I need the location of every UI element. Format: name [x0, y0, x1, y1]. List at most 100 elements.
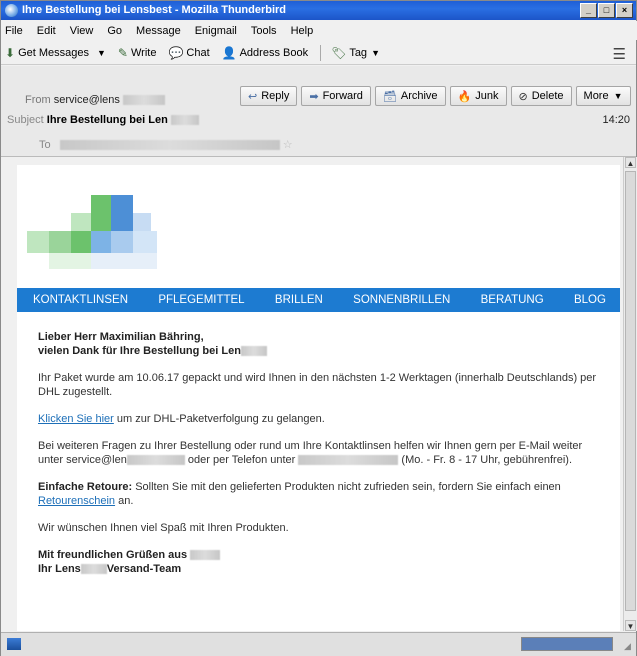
- redacted-text: [240, 346, 267, 357]
- write-label: Write: [130, 46, 157, 59]
- message-header: From service@lens ↩ Reply ➡ Forward 🗃 Ar…: [1, 66, 636, 157]
- email-content: KONTAKTLINSEN PFLEGEMITTEL BRILLEN SONNE…: [17, 165, 620, 631]
- chat-bubble-icon: 💬: [168, 45, 184, 60]
- close-button[interactable]: ×: [616, 3, 633, 18]
- get-messages-dropdown-icon[interactable]: ▼: [97, 48, 106, 58]
- scroll-thumb[interactable]: [625, 171, 636, 611]
- subject-value: Ihre Bestellung bei Len: [46, 114, 168, 126]
- menu-tools[interactable]: Tools: [251, 25, 277, 37]
- minimize-button[interactable]: _: [580, 3, 597, 18]
- returns-link[interactable]: Retourenschein: [38, 495, 115, 507]
- message-body-pane: KONTAKTLINSEN PFLEGEMITTEL BRILLEN SONNE…: [1, 157, 623, 631]
- shipping-paragraph: Ihr Paket wurde am 10.06.17 gepackt und …: [38, 372, 597, 398]
- address-book-label: Address Book: [239, 46, 309, 59]
- junk-button[interactable]: 🔥 Junk: [449, 86, 507, 106]
- menu-go[interactable]: Go: [107, 25, 122, 37]
- delete-button[interactable]: ⊘ Delete: [510, 86, 572, 106]
- archive-icon: 🗃: [382, 90, 397, 103]
- from-row: From service@lens: [25, 94, 165, 106]
- address-book-button[interactable]: 👤 Address Book: [222, 46, 308, 60]
- redacted-email: [126, 455, 185, 466]
- maximize-button[interactable]: □: [598, 3, 615, 18]
- tag-button[interactable]: 🏷 Tag ▼: [331, 46, 380, 60]
- menu-bar: File Edit View Go Message Enigmail Tools…: [1, 21, 637, 40]
- chat-label: Chat: [186, 46, 210, 59]
- nav-kontaktlinsen[interactable]: KONTAKTLINSEN: [33, 294, 128, 306]
- delete-icon: ⊘: [518, 90, 528, 103]
- redacted-text: [170, 115, 199, 126]
- online-status-icon[interactable]: [7, 638, 21, 650]
- nav-sonnenbrillen[interactable]: SONNENBRILLEN: [353, 294, 450, 306]
- thunderbird-icon: [5, 4, 18, 17]
- returns-paragraph: Einfache Retoure: Sollten Sie mit den ge…: [38, 480, 598, 508]
- contact-icon: 👤: [221, 45, 237, 60]
- nav-brillen[interactable]: BRILLEN: [275, 294, 323, 306]
- more-dropdown-icon: ▼: [613, 91, 623, 101]
- subject-label: Subject: [7, 114, 44, 126]
- redacted-text: [80, 564, 107, 575]
- greeting-line-1: Lieber Herr Maximilian Bähring,: [38, 331, 204, 343]
- more-label: More: [583, 90, 609, 102]
- menu-view[interactable]: View: [70, 25, 94, 37]
- reply-label: Reply: [261, 90, 290, 102]
- scroll-up-icon[interactable]: ▲: [625, 157, 636, 168]
- nav-beratung[interactable]: BERATUNG: [481, 294, 544, 306]
- tag-dropdown-icon: ▼: [371, 47, 380, 58]
- chat-button[interactable]: 💬 Chat: [168, 46, 209, 60]
- questions-text-3: (Mo. - Fr. 8 - 17 Uhr, gebührenfrei).: [398, 454, 572, 466]
- from-value[interactable]: service@lens: [54, 94, 120, 106]
- tag-label: Tag: [349, 46, 368, 59]
- window-title: Ihre Bestellung bei Lensbest - Mozilla T…: [22, 4, 287, 16]
- menu-help[interactable]: Help: [291, 25, 314, 37]
- app-menu-icon[interactable]: ☰: [613, 45, 626, 63]
- archive-button[interactable]: 🗃 Archive: [374, 86, 446, 106]
- pencil-icon: ✎: [117, 45, 128, 60]
- get-messages-button[interactable]: ⬇ Get Messages ▼: [5, 46, 106, 60]
- reply-button[interactable]: ↩ Reply: [240, 86, 298, 106]
- nav-blog[interactable]: BLOG: [574, 294, 606, 306]
- star-icon[interactable]: ☆: [283, 139, 293, 151]
- menu-enigmail[interactable]: Enigmail: [195, 25, 237, 37]
- message-time: 14:20: [602, 114, 630, 126]
- returns-end: an.: [115, 495, 134, 507]
- shop-navigation: KONTAKTLINSEN PFLEGEMITTEL BRILLEN SONNE…: [17, 288, 620, 312]
- redacted-recipient: [59, 140, 280, 151]
- menu-message[interactable]: Message: [136, 25, 181, 37]
- menu-file[interactable]: File: [5, 25, 23, 37]
- vertical-scrollbar[interactable]: ▲ ▼: [623, 157, 637, 631]
- company-logo: [27, 195, 167, 275]
- subject-row: Subject Ihre Bestellung bei Len: [7, 114, 199, 126]
- nav-pflegemittel[interactable]: PFLEGEMITTEL: [158, 294, 244, 306]
- tag-icon: 🏷: [331, 45, 347, 60]
- header-actions: ↩ Reply ➡ Forward 🗃 Archive 🔥 Junk ⊘ Del…: [240, 86, 631, 106]
- returns-label: Einfache Retoure:: [38, 481, 133, 493]
- junk-label: Junk: [475, 90, 499, 102]
- toolbar-separator: [320, 44, 322, 61]
- get-messages-label: Get Messages: [18, 46, 89, 59]
- status-bar: ◢: [1, 632, 636, 656]
- resize-grip-icon[interactable]: ◢: [624, 641, 634, 651]
- email-text: Lieber Herr Maximilian Bähring, vielen D…: [38, 330, 598, 589]
- main-toolbar: ⬇ Get Messages ▼ ✎ Write 💬 Chat 👤 Addres…: [1, 41, 636, 65]
- forward-icon: ➡: [309, 90, 319, 103]
- tracking-text: um zur DHL-Paketverfolgung zu gelangen.: [113, 413, 325, 425]
- signature: Mit freundlichen Grüßen aus Ihr Lens Vers…: [38, 548, 598, 576]
- from-label: From: [25, 94, 51, 106]
- download-icon: ⬇: [5, 45, 16, 60]
- archive-label: Archive: [400, 90, 438, 102]
- more-button[interactable]: More ▼: [575, 86, 631, 106]
- menu-edit[interactable]: Edit: [37, 25, 56, 37]
- greeting: Lieber Herr Maximilian Bähring, vielen D…: [38, 330, 598, 358]
- questions-text-2: oder per Telefon unter: [184, 454, 299, 466]
- delete-label: Delete: [531, 90, 564, 102]
- forward-button[interactable]: ➡ Forward: [301, 86, 371, 106]
- to-row: To ☆: [39, 138, 293, 151]
- signature-line-2b: Versand-Team: [106, 563, 182, 575]
- progress-indicator: [521, 637, 613, 651]
- tracking-link[interactable]: Klicken Sie hier: [38, 413, 114, 425]
- redacted-phone: [298, 455, 399, 466]
- junk-flame-icon: 🔥: [457, 90, 472, 103]
- write-button[interactable]: ✎ Write: [118, 46, 157, 60]
- scroll-down-icon[interactable]: ▼: [625, 620, 636, 631]
- thunderbird-window: Ihre Bestellung bei Lensbest - Mozilla T…: [0, 0, 637, 656]
